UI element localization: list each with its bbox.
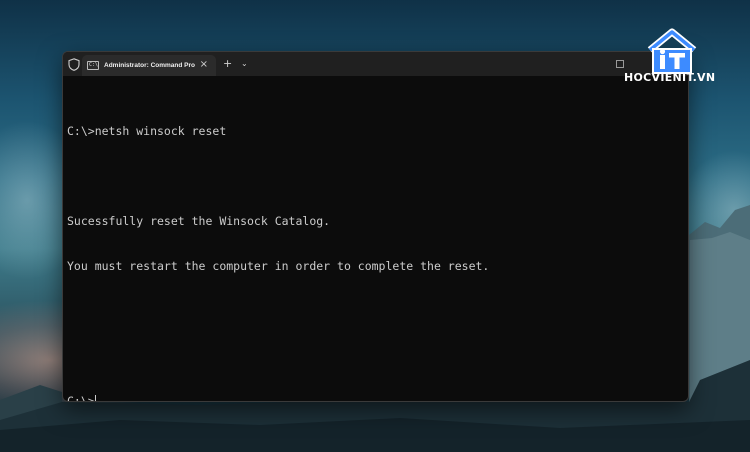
- text-cursor: [94, 395, 96, 401]
- title-bar: C:\ Administrator: Command Pro × + ⌄: [63, 52, 688, 76]
- plus-icon[interactable]: +: [223, 57, 232, 71]
- logo-text: HOCVIENIT.VN: [624, 71, 716, 84]
- close-icon[interactable]: ×: [200, 59, 208, 71]
- tab-title: Administrator: Command Pro: [104, 62, 196, 69]
- terminal-line: C:\>netsh winsock reset: [67, 124, 227, 138]
- terminal-line: You must restart the computer in order t…: [67, 259, 490, 273]
- chevron-down-icon[interactable]: ⌄: [241, 58, 248, 70]
- terminal-icon: C:\: [87, 61, 99, 70]
- terminal-prompt-line: C:\>: [67, 394, 688, 402]
- tab-command-prompt[interactable]: C:\ Administrator: Command Pro ×: [82, 55, 216, 76]
- prompt-text: C:\>: [67, 394, 95, 402]
- terminal-window: C:\ Administrator: Command Pro × + ⌄ C:\…: [62, 51, 689, 402]
- terminal-output[interactable]: C:\>netsh winsock reset Sucessfully rese…: [63, 76, 688, 402]
- shield-icon: [68, 58, 80, 71]
- terminal-line: Sucessfully reset the Winsock Catalog.: [67, 214, 331, 228]
- terminal-icon-text: C:\: [89, 62, 99, 68]
